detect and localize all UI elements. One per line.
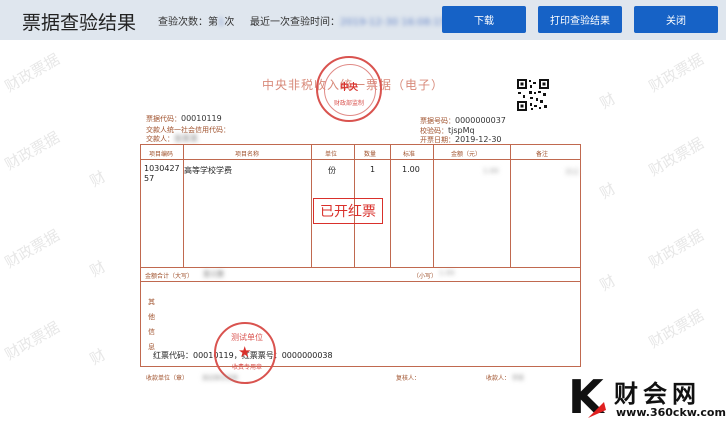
other-info-label: 其他信息 (148, 298, 155, 351)
watermark-text: 财政票据 (1, 226, 63, 272)
column-header: 数量 (364, 151, 377, 158)
seal-unit-text: 测试单位 (231, 333, 263, 342)
seal-purpose-text: 收费专用章 (231, 364, 262, 371)
qr-code-icon (516, 78, 550, 112)
check-count-value: 1 (218, 17, 225, 28)
table-rule (141, 281, 580, 282)
item-code: 103042757 (144, 164, 180, 183)
watermark-text: 财政票据 (645, 226, 707, 272)
invoice-number-label: 票据号码： (420, 117, 455, 125)
column-header: 金额（元） (451, 151, 482, 158)
invoice-code-label: 票据代码： (146, 115, 181, 123)
check-count-suffix: 次 (224, 17, 235, 28)
table-rule (510, 145, 511, 267)
logo-url: www.360ckw.com (616, 406, 726, 419)
table-rule (311, 145, 312, 267)
invoice-number-value: 0000000037 (455, 116, 506, 125)
check-count-label: 查验次数： (158, 17, 208, 28)
item-unit: 份 (328, 166, 336, 175)
top-bar: 票据查验结果 查验次数：第1次 最近一次查验时间：2019-12-30 16:0… (0, 0, 726, 40)
column-header: 项目名称 (235, 151, 260, 158)
column-header: 备注 (536, 151, 549, 158)
watermark-text: 财政票据 (645, 306, 707, 352)
watermark-text: 财 (596, 271, 619, 295)
watermark-text: 财 (86, 257, 109, 281)
total-lower-label: （小写） (413, 273, 438, 280)
check-code-value: tjspMq (448, 126, 475, 135)
item-amount: 1.00 (483, 167, 499, 175)
payer: 交款人：张某某 (146, 133, 198, 144)
payee-value: 李某 (511, 375, 524, 382)
payee-unit-value: 测试单位名称 (201, 375, 238, 382)
check-count: 查验次数：第1次 (158, 13, 234, 28)
download-button[interactable]: 下载 (442, 6, 526, 33)
reviewer-label: 复核人： (396, 375, 421, 382)
logo-arrow-icon (588, 402, 606, 418)
watermark-text: 财 (86, 345, 109, 369)
watermark-text: 财政票据 (1, 318, 63, 364)
logo-name: 财会网 (614, 380, 701, 408)
invoice-code: 票据代码：00010119 (146, 114, 222, 124)
payee-label: 收款人： (486, 375, 511, 382)
watermark-text: 财 (86, 167, 109, 191)
last-check-time: 最近一次查验时间：2019-12-30 16:08:15 (250, 13, 446, 28)
check-count-prefix: 第 (208, 17, 218, 28)
total-upper-label: 金额合计（大写） (145, 273, 194, 280)
last-check-value: 2019-12-30 16:08:15 (340, 17, 447, 28)
item-quantity: 1 (370, 165, 376, 174)
table-rule (390, 145, 391, 267)
supervision-stamp: 中央 财政部监制 (316, 56, 382, 122)
table-rule (183, 145, 184, 267)
site-logo: K 财会网 www.360ckw.com (566, 370, 726, 433)
table-rule (141, 267, 580, 268)
table-rule (433, 145, 434, 267)
red-invoice-status-stamp: 已开红票 (313, 198, 383, 224)
page-title: 票据查验结果 (22, 12, 137, 34)
watermark-text: 财政票据 (1, 128, 63, 174)
item-standard: 1.00 (402, 165, 420, 174)
star-icon: ★ (238, 343, 252, 361)
item-remark: 测试 (565, 168, 579, 176)
watermark-text: 财政票据 (645, 134, 707, 180)
column-header: 项目编码 (149, 151, 174, 158)
payee: 收款人： 李某 (486, 373, 524, 382)
total-lower-value: 1.00 (439, 269, 455, 277)
watermark-text: 财政票据 (1, 50, 63, 96)
table-rule (141, 159, 580, 160)
column-header: 单位 (325, 151, 338, 158)
issue-date-label: 开票日期： (420, 136, 455, 144)
payer-value: 张某某 (174, 134, 198, 143)
invoice-code-value: 00010119 (181, 114, 222, 123)
column-header: 标准 (403, 151, 416, 158)
print-result-button[interactable]: 打印查验结果 (538, 6, 622, 33)
item-name: 高等学校学费 (184, 166, 232, 175)
payee-unit-label: 收款单位（章） (146, 375, 189, 382)
check-code-label: 校验码： (420, 127, 448, 135)
watermark-text: 财政票据 (645, 50, 707, 96)
close-button[interactable]: 关闭 (634, 6, 718, 33)
last-check-label: 最近一次查验时间： (250, 17, 340, 28)
invoice-table: 项目编码 项目名称 单位 数量 标准 金额（元） 备注 103042757 高等… (140, 144, 581, 367)
invoice-number: 票据号码：0000000037 (420, 116, 506, 126)
payer-label: 交款人： (146, 135, 174, 143)
watermark-text: 财 (596, 89, 619, 113)
stamp-bottom-text: 财政部监制 (333, 100, 364, 107)
stamp-center-text: 中央 (339, 83, 358, 93)
watermark-text: 财 (596, 179, 619, 203)
total-upper-value: 壹元整 (203, 270, 224, 278)
issue-date-value: 2019-12-30 (455, 135, 502, 144)
payee-unit: 收款单位（章） 测试单位名称 (146, 373, 238, 382)
